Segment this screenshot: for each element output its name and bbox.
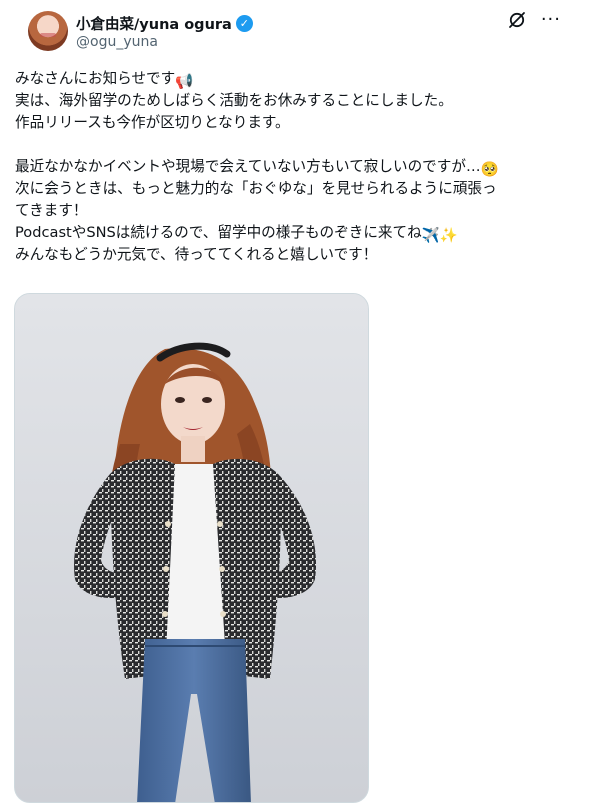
sparkles-icon: ✨ — [439, 227, 459, 244]
tweet-line-6: 次に会うときは、もっと魅力的な「おぐゆな」を見せられるように頑張っ — [15, 178, 575, 200]
airplane-icon: ✈️ — [421, 227, 440, 244]
tweet: 小倉由菜/yuna ogura ✓ @ogu_yuna ··· みなさんにお知ら… — [0, 0, 589, 811]
tweet-text-line: 実は、海外留学のためしばらく活動をお休みすることにしました。 — [15, 92, 453, 109]
tweet-actions: ··· — [507, 10, 561, 30]
tweet-text-line: 最近なかなかイベントや現場で会えていない方もいて寂しいのですが… — [15, 158, 481, 175]
tweet-text-line: てきます！ — [15, 202, 88, 219]
tweet-text-line: 作品リリースも今作が区切りとなります。 — [15, 114, 290, 131]
tweet-text-line: PodcastやSNSは続けるので、留学中の様子ものぞきに来てね — [15, 224, 422, 241]
tweet-header: 小倉由菜/yuna ogura ✓ @ogu_yuna ··· — [14, 0, 575, 60]
author-display-name[interactable]: 小倉由菜/yuna ogura — [76, 13, 232, 34]
tweet-photo[interactable] — [14, 293, 369, 803]
author-name-row: 小倉由菜/yuna ogura ✓ — [76, 13, 253, 34]
tweet-text-line: 次に会うときは、もっと魅力的な「おぐゆな」を見せられるように頑張っ — [15, 180, 497, 197]
tweet-text-line: みなさんにお知らせです — [15, 70, 176, 87]
tweet-text: みなさんにお知らせです📢 実は、海外留学のためしばらく活動をお休みすることにしま… — [15, 68, 575, 266]
tweet-line-2: 実は、海外留学のためしばらく活動をお休みすることにしました。 — [15, 90, 575, 112]
verified-badge-icon[interactable]: ✓ — [235, 15, 253, 32]
more-options-icon[interactable]: ··· — [541, 10, 561, 30]
tweet-line-8: PodcastやSNSは続けるので、留学中の様子ものぞきに来てね✈️✨ — [15, 222, 575, 244]
photo-image — [15, 294, 368, 802]
tweet-line-1: みなさんにお知らせです📢 — [15, 68, 575, 90]
tweet-line-9: みんなもどうか元気で、待っててくれると嬉しいです！ — [15, 244, 575, 266]
tweet-text-line: みんなもどうか元気で、待っててくれると嬉しいです！ — [15, 246, 378, 263]
tweet-line-3: 作品リリースも今作が区切りとなります。 — [15, 112, 575, 134]
avatar[interactable] — [28, 11, 68, 51]
tweet-line-7: てきます！ — [15, 200, 575, 222]
grok-icon[interactable] — [507, 10, 527, 30]
author-handle[interactable]: @ogu_yuna — [76, 34, 158, 50]
tweet-line-5: 最近なかなかイベントや現場で会えていない方もいて寂しいのですが…🥺 — [15, 156, 575, 178]
